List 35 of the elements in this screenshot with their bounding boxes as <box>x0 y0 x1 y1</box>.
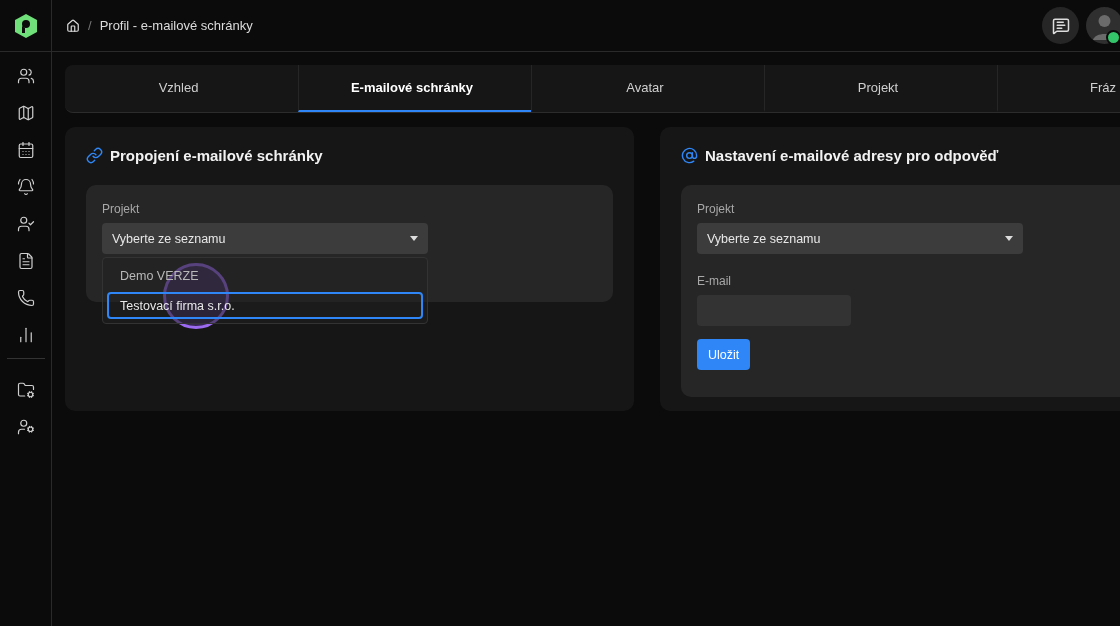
user-settings-icon[interactable] <box>16 418 35 436</box>
tab[interactable]: E-mailové schránky <box>298 65 531 112</box>
document-icon[interactable] <box>16 252 35 270</box>
card-title: Nastavení e-mailové adresy pro odpověď <box>705 147 999 164</box>
messages-button[interactable] <box>1042 7 1079 44</box>
home-icon[interactable] <box>66 18 80 33</box>
user-avatar[interactable] <box>1086 7 1120 44</box>
project-select[interactable]: Vyberte ze seznamu <box>102 223 428 254</box>
save-button[interactable]: Uložit <box>697 339 751 370</box>
map-icon[interactable] <box>16 104 35 122</box>
folder-settings-icon[interactable] <box>16 381 35 399</box>
message-icon <box>1051 16 1070 35</box>
logo-icon[interactable] <box>14 13 37 38</box>
card-title: Propojení e-mailové schránky <box>110 147 323 164</box>
caret-icon <box>410 236 418 241</box>
tab[interactable]: Projekt <box>764 65 997 112</box>
field-label: Projekt <box>102 202 141 216</box>
tab[interactable]: Vzhled <box>65 65 298 112</box>
link-icon <box>86 147 103 164</box>
tab[interactable]: Avatar <box>531 65 764 112</box>
dropdown-option[interactable]: Demo VERZE <box>107 262 423 289</box>
field-label: E-mail <box>697 274 732 288</box>
calendar-icon[interactable] <box>16 141 35 159</box>
project-select[interactable]: Vyberte ze seznamu <box>697 223 1023 254</box>
tab[interactable]: Fráz <box>997 65 1120 112</box>
dropdown-option[interactable]: Testovací firma s.r.o. <box>107 292 423 319</box>
at-sign-icon <box>681 147 698 164</box>
caret-icon <box>1005 236 1013 241</box>
phone-icon[interactable] <box>16 289 35 307</box>
breadcrumb-separator: / <box>88 18 92 33</box>
breadcrumb-current: Profil - e-mailové schránky <box>99 18 253 33</box>
users-icon[interactable] <box>16 67 35 85</box>
field-label: Projekt <box>697 202 736 216</box>
bell-icon[interactable] <box>16 178 35 196</box>
user-check-icon[interactable] <box>16 215 35 233</box>
